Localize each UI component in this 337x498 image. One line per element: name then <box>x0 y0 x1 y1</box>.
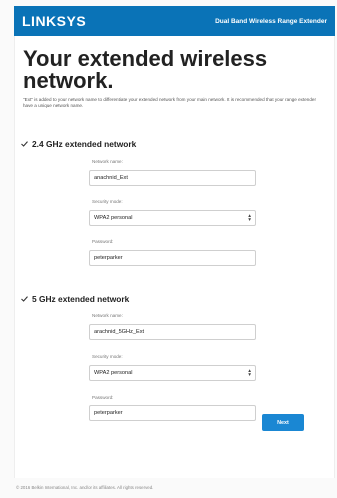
security-mode-select-5ghz[interactable]: WPA2 personal ▴ ▾ <box>89 365 256 381</box>
password-input-24ghz[interactable]: peterparker <box>89 250 256 266</box>
section-heading-5ghz: 5 GHz extended network <box>21 294 129 304</box>
app-header: LINKSYS Dual Band Wireless Range Extende… <box>14 6 335 36</box>
network-name-label-5ghz: Network name: <box>92 313 123 318</box>
section-heading-label: 5 GHz extended network <box>32 294 130 304</box>
section-heading-label: 2.4 GHz extended network <box>32 139 137 149</box>
select-arrows-icon: ▴ ▾ <box>248 368 251 378</box>
page-background: LINKSYS Dual Band Wireless Range Extende… <box>0 0 337 498</box>
product-name: Dual Band Wireless Range Extender <box>215 17 327 25</box>
main-content: Your extended wireless network. "Ext" is… <box>14 36 335 478</box>
network-name-input-5ghz[interactable]: arachnid_5GHz_Ext <box>89 324 256 340</box>
security-mode-value: WPA2 personal <box>94 370 133 376</box>
password-label-24ghz: Password: <box>92 239 114 244</box>
security-mode-label-24ghz: Security mode: <box>92 199 123 204</box>
security-mode-select-24ghz[interactable]: WPA2 personal ▴ ▾ <box>89 210 256 226</box>
intro-text: "Ext" is added to your network name to d… <box>23 97 316 109</box>
select-arrows-icon: ▴ ▾ <box>248 213 251 223</box>
next-button[interactable]: Next <box>262 414 304 431</box>
page-title: Your extended wireless network. <box>23 46 268 93</box>
password-label-5ghz: Password: <box>92 395 114 400</box>
checkmark-icon <box>21 295 29 303</box>
network-name-label-24ghz: Network name: <box>92 159 123 164</box>
section-heading-24ghz: 2.4 GHz extended network <box>21 139 136 149</box>
network-name-value: arachnid_5GHz_Ext <box>94 329 145 335</box>
network-name-value: anachnid_Ext <box>94 175 128 181</box>
network-name-input-24ghz[interactable]: anachnid_Ext <box>89 170 256 186</box>
password-value: peterparker <box>94 410 123 416</box>
checkmark-icon <box>21 140 29 148</box>
password-input-5ghz[interactable]: peterparker <box>89 405 256 421</box>
linksys-logo: LINKSYS <box>22 13 87 29</box>
security-mode-value: WPA2 personal <box>94 215 133 221</box>
password-value: peterparker <box>94 255 123 261</box>
footer-copyright: © 2016 Belkin International, Inc. and/or… <box>16 485 154 490</box>
security-mode-label-5ghz: Security mode: <box>92 354 123 359</box>
